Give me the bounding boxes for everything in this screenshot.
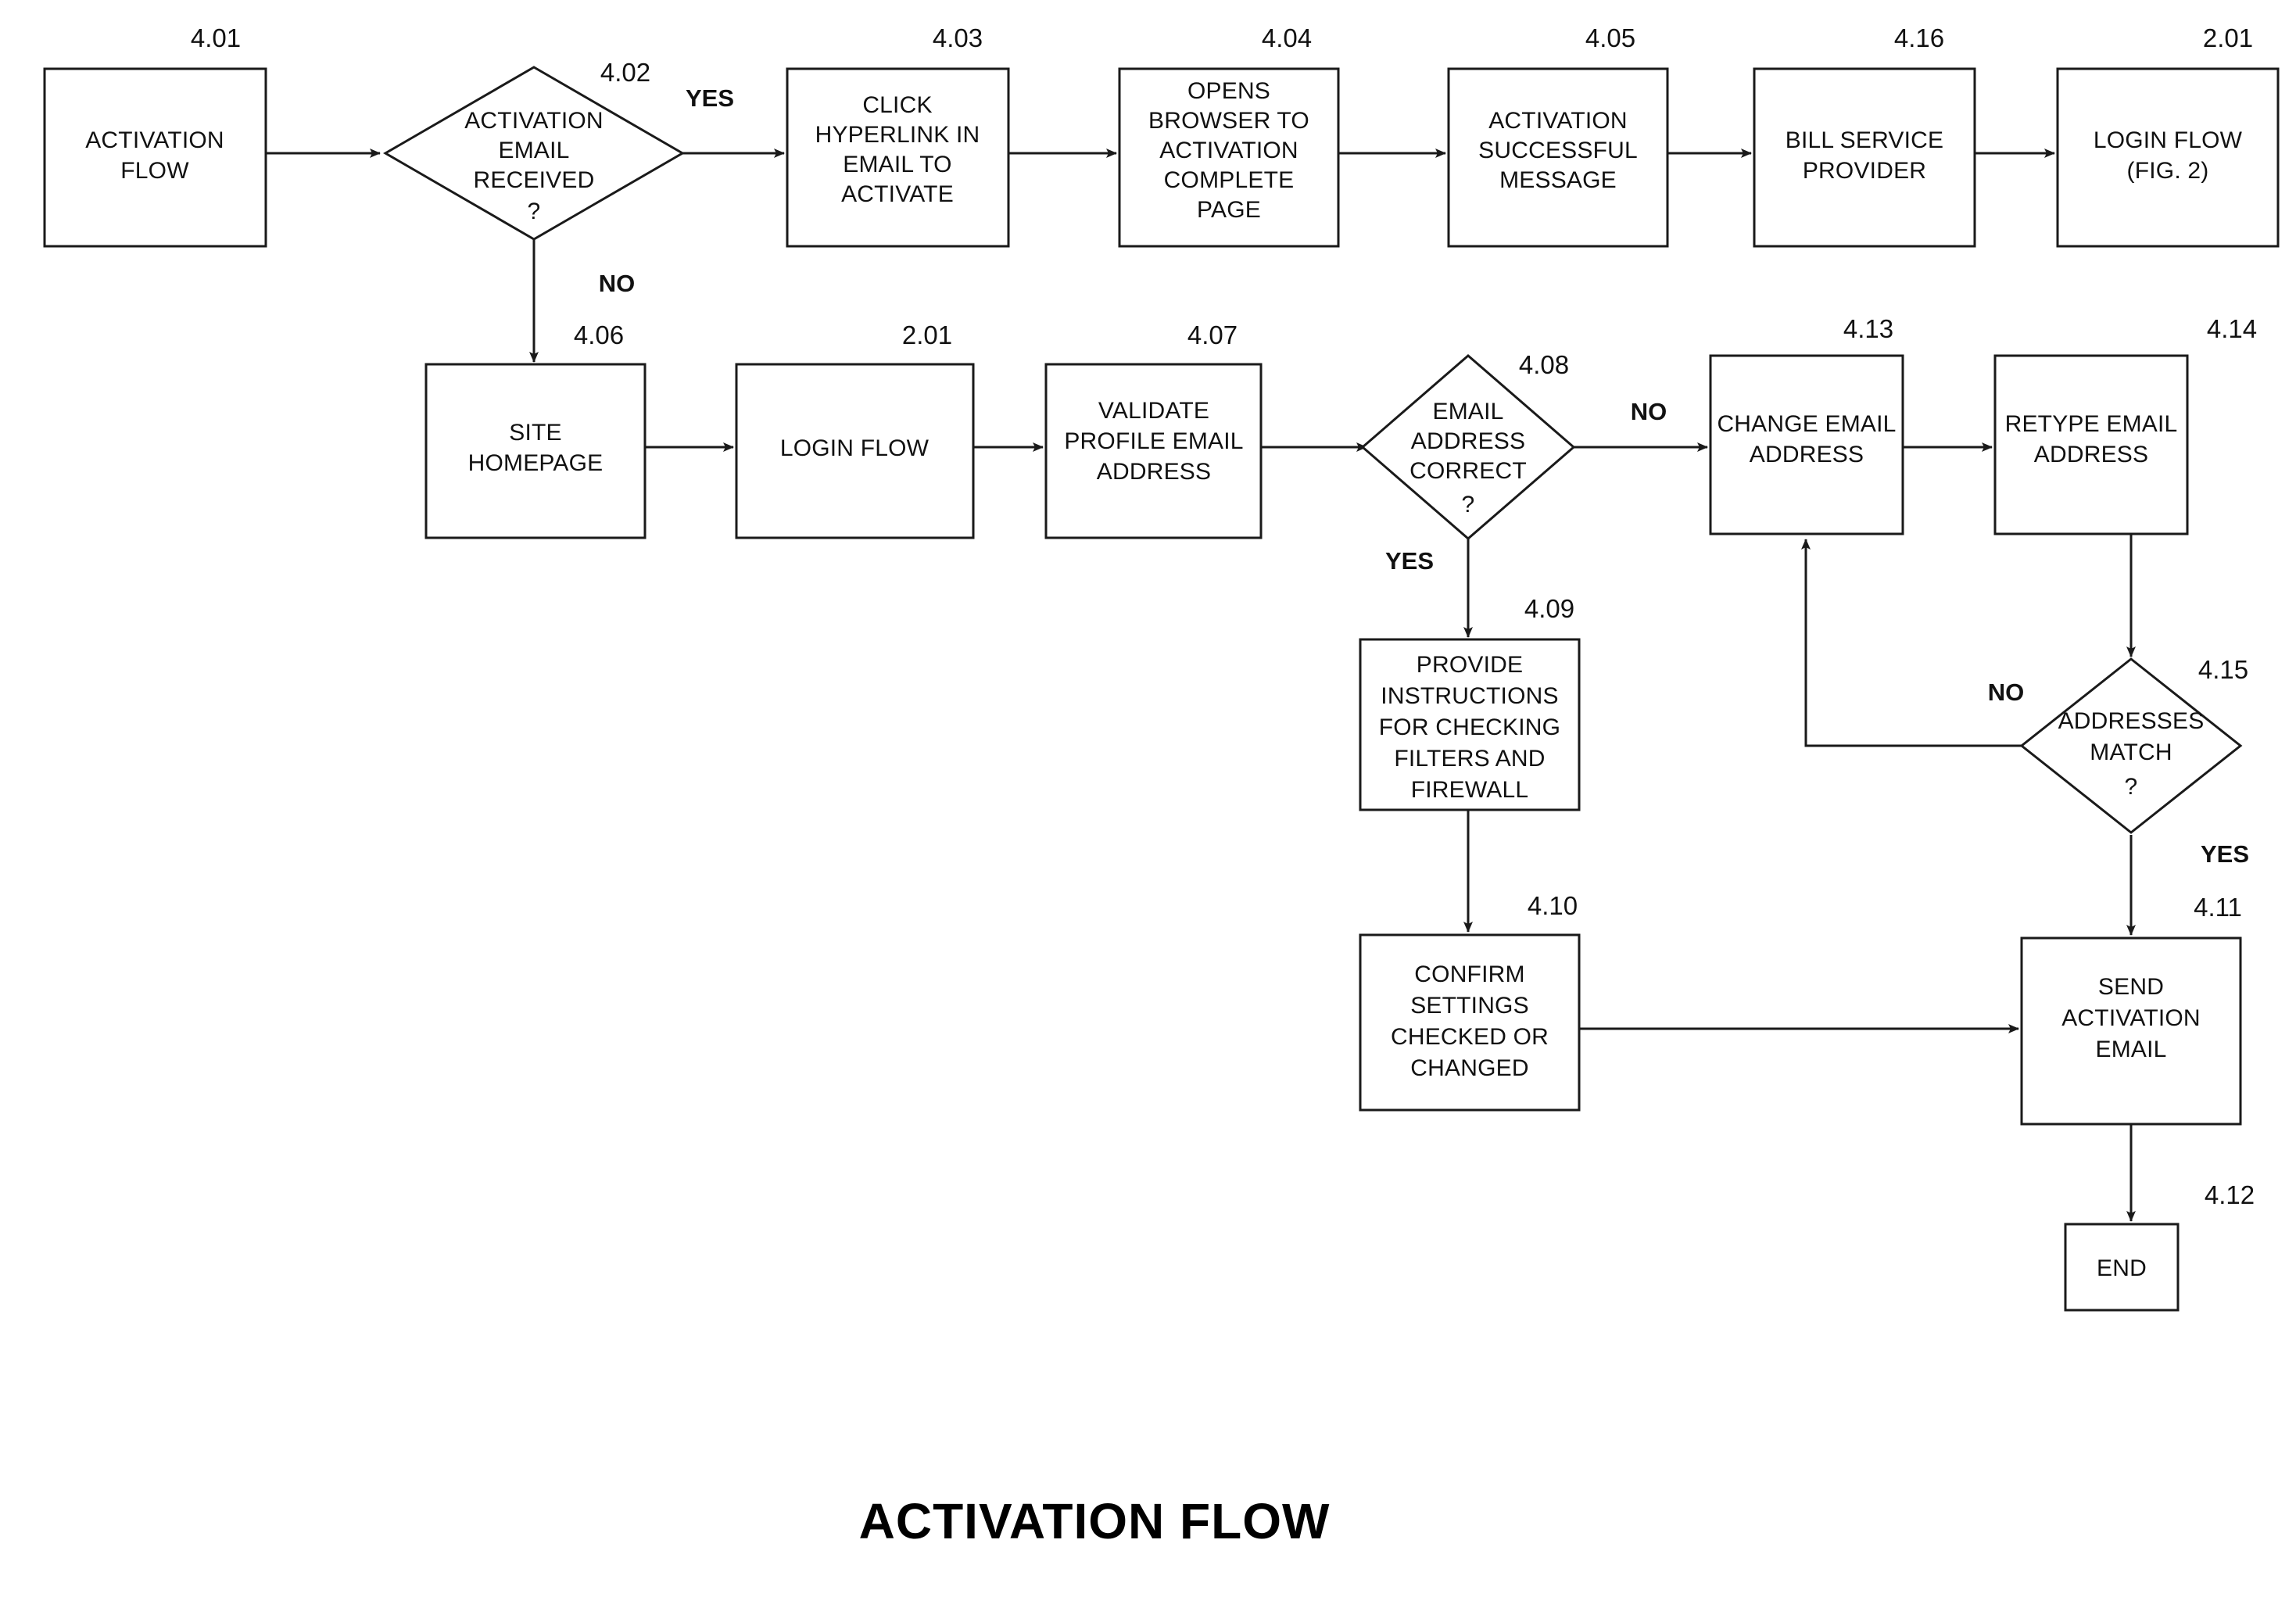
node-416-ref: 4.16 (1894, 23, 1944, 52)
node-405-ref: 4.05 (1585, 23, 1635, 52)
node-404-line-2: ACTIVATION (1159, 138, 1298, 163)
node-413-ref: 4.13 (1843, 314, 1893, 343)
node-409-line-1: INSTRUCTIONS (1381, 683, 1558, 709)
node-401-ref: 4.01 (191, 23, 241, 52)
node-408-email-address-correct[interactable]: 4.08 EMAIL ADDRESS CORRECT ? (1360, 350, 1576, 540)
node-409-line-4: FIREWALL (1411, 777, 1529, 803)
node-201a-line-1: (FIG. 2) (2127, 158, 2209, 184)
node-408-line-3: ? (1462, 492, 1475, 517)
node-415-ref: 4.15 (2198, 655, 2248, 684)
node-405-line-0: ACTIVATION (1488, 108, 1628, 134)
branch-label-no-408: NO (1631, 398, 1667, 425)
node-409-ref: 4.09 (1524, 594, 1574, 623)
node-402-line-1: EMAIL (498, 138, 569, 163)
node-410-line-0: CONFIRM (1414, 961, 1524, 987)
node-201b-login-flow[interactable]: 2.01 LOGIN FLOW (735, 320, 975, 539)
node-408-line-0: EMAIL (1432, 399, 1503, 424)
node-403-line-0: CLICK (862, 92, 932, 118)
node-410-line-2: CHECKED OR (1391, 1024, 1549, 1050)
node-401-line-0: ACTIVATION (85, 127, 224, 153)
flowchart-canvas: 4.01 ACTIVATION FLOW 4.02 ACTIVATION EMA… (43, 23, 2280, 1549)
node-411-line-0: SEND (2098, 974, 2164, 1000)
node-413-line-1: ADDRESS (1750, 442, 1864, 467)
node-404-opens-browser[interactable]: 4.04 OPENS BROWSER TO ACTIVATION COMPLET… (1118, 23, 1340, 248)
node-408-line-2: CORRECT (1409, 458, 1527, 484)
node-407-validate-profile-email[interactable]: 4.07 VALIDATE PROFILE EMAIL ADDRESS (1044, 320, 1263, 539)
node-201a-ref: 2.01 (2203, 23, 2253, 52)
node-411-ref: 4.11 (2194, 893, 2242, 922)
node-410-ref: 4.10 (1528, 891, 1578, 920)
node-410-line-3: CHANGED (1410, 1055, 1528, 1081)
node-404-line-4: PAGE (1197, 197, 1261, 223)
node-409-line-2: FOR CHECKING (1379, 714, 1560, 740)
node-402-line-3: ? (528, 199, 541, 224)
node-201b-line-0: LOGIN FLOW (780, 435, 930, 461)
node-407-line-2: ADDRESS (1097, 459, 1211, 485)
edges-layer (266, 149, 2136, 1222)
node-201b-ref: 2.01 (902, 320, 952, 349)
node-415-line-1: MATCH (2090, 739, 2172, 765)
node-403-ref: 4.03 (933, 23, 983, 52)
node-411-line-1: ACTIVATION (2061, 1005, 2201, 1031)
node-405-activation-successful[interactable]: 4.05 ACTIVATION SUCCESSFUL MESSAGE (1447, 23, 1669, 248)
node-411-line-2: EMAIL (2095, 1037, 2166, 1062)
node-201a-line-0: LOGIN FLOW (2094, 127, 2243, 153)
node-402-line-2: RECEIVED (474, 167, 595, 193)
node-401-activation-flow[interactable]: 4.01 ACTIVATION FLOW (43, 23, 267, 248)
node-415-line-2: ? (2125, 774, 2138, 800)
node-408-line-1: ADDRESS (1411, 428, 1525, 454)
node-411-shape[interactable] (2020, 936, 2242, 1126)
node-406-line-0: SITE (509, 420, 561, 446)
node-403-click-hyperlink[interactable]: 4.03 CLICK HYPERLINK IN EMAIL TO ACTIVAT… (786, 23, 1010, 248)
node-410-confirm-settings[interactable]: 4.10 CONFIRM SETTINGS CHECKED OR CHANGED (1359, 891, 1581, 1112)
node-403-line-3: ACTIVATE (841, 181, 954, 207)
node-412-line-0: END (2097, 1255, 2147, 1281)
node-201a-login-flow-fig2[interactable]: 2.01 LOGIN FLOW (FIG. 2) (2056, 23, 2280, 248)
node-402-activation-email-received[interactable]: 4.02 ACTIVATION EMAIL RECEIVED ? (383, 58, 685, 241)
node-413-change-email-address[interactable]: 4.13 CHANGE EMAIL ADDRESS (1709, 314, 1904, 535)
figure-title: ACTIVATION FLOW (859, 1493, 1331, 1549)
node-404-line-3: COMPLETE (1164, 167, 1295, 193)
node-403-line-1: HYPERLINK IN (815, 122, 980, 148)
node-412-end[interactable]: 4.12 END (2064, 1180, 2255, 1312)
node-412-ref: 4.12 (2205, 1180, 2255, 1209)
node-408-ref: 4.08 (1519, 350, 1569, 379)
node-414-retype-email-address[interactable]: 4.14 RETYPE EMAIL ADDRESS (1993, 314, 2257, 535)
node-415-line-0: ADDRESSES (2058, 708, 2205, 734)
node-404-ref: 4.04 (1262, 23, 1312, 52)
node-405-line-2: MESSAGE (1499, 167, 1617, 193)
node-407-ref: 4.07 (1187, 320, 1238, 349)
node-416-bill-service-provider[interactable]: 4.16 BILL SERVICE PROVIDER (1753, 23, 1976, 248)
node-407-line-0: VALIDATE (1098, 398, 1209, 424)
node-406-site-homepage[interactable]: 4.06 SITE HOMEPAGE (424, 320, 647, 539)
branch-label-yes-402: YES (686, 84, 734, 112)
node-414-line-1: ADDRESS (2034, 442, 2148, 467)
node-406-line-1: HOMEPAGE (468, 450, 604, 476)
node-403-line-2: EMAIL TO (843, 152, 951, 177)
branch-label-no-415: NO (1988, 679, 2025, 706)
node-407-line-1: PROFILE EMAIL (1064, 428, 1243, 454)
node-406-ref: 4.06 (574, 320, 624, 349)
branch-label-yes-415: YES (2201, 840, 2249, 868)
node-404-line-0: OPENS (1187, 78, 1270, 104)
node-409-line-0: PROVIDE (1417, 652, 1523, 678)
node-416-line-1: PROVIDER (1803, 158, 1926, 184)
node-402-ref: 4.02 (600, 58, 650, 87)
branch-label-no-402: NO (599, 270, 636, 297)
node-402-line-0: ACTIVATION (464, 108, 604, 134)
node-410-line-1: SETTINGS (1410, 993, 1529, 1019)
node-416-line-0: BILL SERVICE (1786, 127, 1944, 153)
node-414-line-0: RETYPE EMAIL (2005, 411, 2178, 437)
node-409-line-3: FILTERS AND (1394, 746, 1545, 772)
node-409-provide-instructions[interactable]: 4.09 PROVIDE INSTRUCTIONS FOR CHECKING F… (1359, 594, 1581, 811)
node-413-line-0: CHANGE EMAIL (1717, 411, 1896, 437)
node-415-addresses-match[interactable]: 4.15 ADDRESSES MATCH ? (2019, 655, 2248, 834)
node-414-ref: 4.14 (2207, 314, 2257, 343)
node-404-line-1: BROWSER TO (1148, 108, 1309, 134)
edge-415-to-413-no (1801, 539, 2023, 747)
activation-flow-diagram: 4.01 ACTIVATION FLOW 4.02 ACTIVATION EMA… (0, 0, 2296, 1615)
node-405-line-1: SUCCESSFUL (1478, 138, 1638, 163)
node-401-line-1: FLOW (120, 158, 189, 184)
branch-label-yes-408: YES (1385, 547, 1434, 575)
